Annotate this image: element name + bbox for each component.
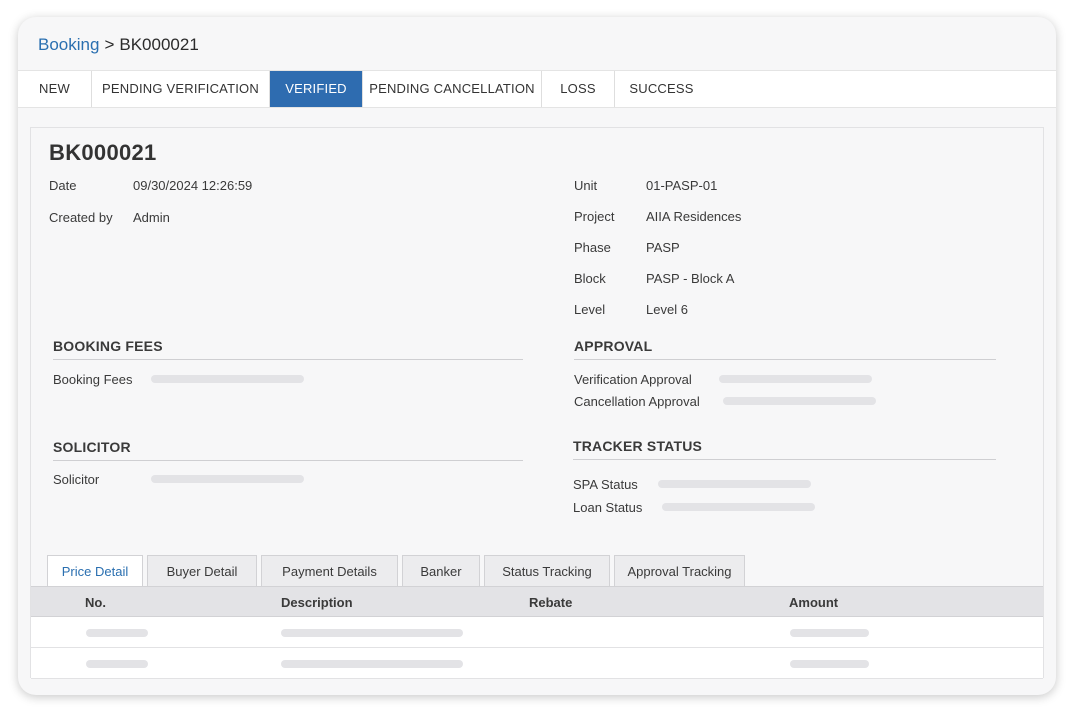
row-no-placeholder [86,629,148,637]
row-amount-placeholder [790,629,869,637]
solicitor-heading: SOLICITOR [53,439,131,455]
cancellation-approval-placeholder [723,397,876,405]
table-row [31,648,1043,679]
tab-banker[interactable]: Banker [402,555,480,587]
row-description-placeholder [281,629,463,637]
level-value: Level 6 [646,302,688,317]
tab-payment-details[interactable]: Payment Details [261,555,398,587]
tab-status-tracking[interactable]: Status Tracking [484,555,610,587]
unit-value: 01-PASP-01 [646,178,718,193]
tab-loss[interactable]: LOSS [542,71,615,107]
breadcrumb-booking-link[interactable]: Booking [38,35,99,54]
loan-status-placeholder [662,503,815,511]
loan-status-label: Loan Status [573,500,643,515]
tab-success[interactable]: SUCCESS [615,71,708,107]
table-row [31,617,1043,648]
booking-fees-divider [53,359,523,360]
booking-detail-card: BK000021 Date 09/30/2024 12:26:59 Create… [30,127,1044,679]
status-tabs: NEW PENDING VERIFICATION VERIFIED PENDIN… [18,70,1056,108]
solicitor-label: Solicitor [53,472,100,487]
tracker-status-heading: TRACKER STATUS [573,438,703,454]
tab-verified[interactable]: VERIFIED [270,71,363,107]
tracker-status-divider [573,459,996,460]
tab-pending-cancellation[interactable]: PENDING CANCELLATION [363,71,542,107]
booking-fees-label: Booking Fees [53,372,133,387]
unit-label: Unit [574,178,598,193]
spa-status-placeholder [658,480,811,488]
approval-divider [574,359,996,360]
row-description-placeholder [281,660,463,668]
created-by-label: Created by [49,210,113,225]
verification-approval-placeholder [719,375,872,383]
project-label: Project [574,209,615,224]
breadcrumb-current: BK000021 [119,35,199,54]
booking-fees-value-placeholder [151,375,304,383]
block-value: PASP - Block A [646,271,735,286]
tab-pending-verification[interactable]: PENDING VERIFICATION [92,71,270,107]
date-label: Date [49,178,77,193]
tab-price-detail[interactable]: Price Detail [47,555,143,587]
booking-id-title: BK000021 [49,140,157,165]
column-header-rebate: Rebate [529,595,573,610]
date-value: 09/30/2024 12:26:59 [133,178,253,193]
column-header-no: No. [85,595,106,610]
booking-fees-heading: BOOKING FEES [53,338,163,354]
booking-window: Booking > BK000021 NEW PENDING VERIFICATIO… [18,17,1056,695]
row-no-placeholder [86,660,148,668]
approval-heading: APPROVAL [574,338,653,354]
tab-new[interactable]: NEW [18,71,92,107]
solicitor-divider [53,460,523,461]
verification-approval-label: Verification Approval [574,372,692,387]
created-by-value: Admin [133,210,170,225]
cancellation-approval-label: Cancellation Approval [574,394,700,409]
column-header-amount: Amount [789,595,839,610]
price-table-header: No. Description Rebate Amount [31,586,1043,617]
project-value: AIIA Residences [646,209,742,224]
spa-status-label: SPA Status [573,477,638,492]
detail-tabs: Price Detail Buyer Detail Payment Detail… [47,555,749,587]
column-header-description: Description [281,595,353,610]
level-label: Level [574,302,606,317]
tab-buyer-detail[interactable]: Buyer Detail [147,555,257,587]
tab-approval-tracking[interactable]: Approval Tracking [614,555,745,587]
row-amount-placeholder [790,660,869,668]
block-label: Block [574,271,606,286]
solicitor-value-placeholder [151,475,304,483]
breadcrumb: Booking > BK000021 [38,35,199,55]
phase-value: PASP [646,240,680,255]
phase-label: Phase [574,240,611,255]
breadcrumb-separator: > [104,35,115,54]
